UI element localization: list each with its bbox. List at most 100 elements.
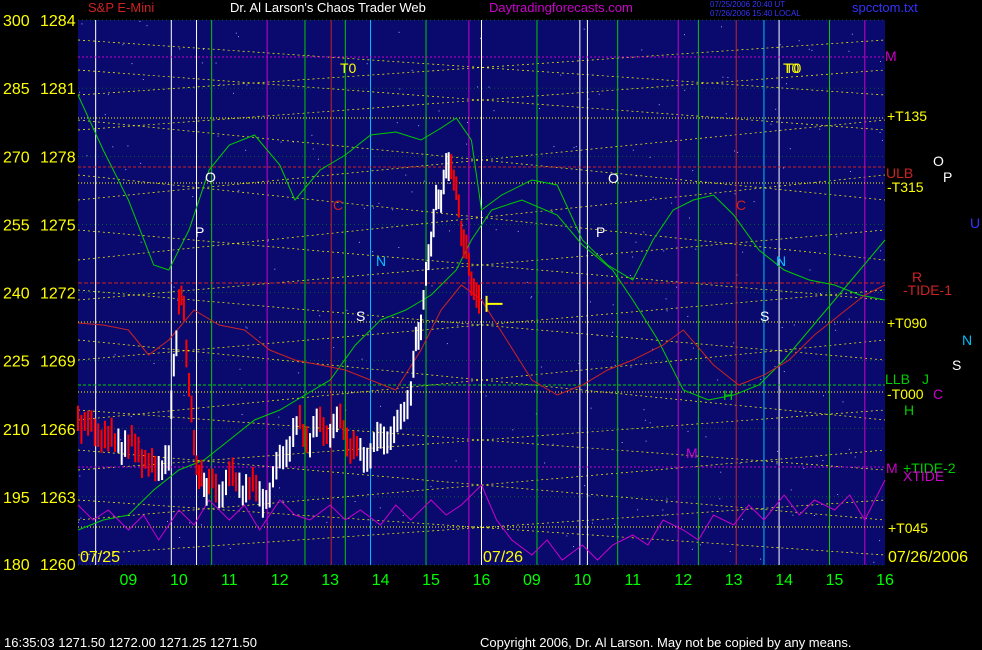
forecast-letter: S: [760, 308, 769, 324]
star-dot: [720, 471, 722, 473]
star-dot: [664, 514, 666, 516]
right-level-label: T0: [785, 60, 802, 76]
star-dot: [298, 372, 300, 374]
star-dot: [809, 269, 811, 271]
star-dot: [666, 498, 668, 500]
star-dot: [280, 141, 282, 143]
star-dot: [589, 301, 591, 303]
star-dot: [411, 191, 413, 193]
star-dot: [811, 49, 813, 51]
star-dot: [854, 456, 856, 458]
star-dot: [130, 416, 132, 417]
star-dot: [179, 537, 181, 538]
star-dot: [246, 84, 248, 86]
star-dot: [663, 250, 665, 252]
star-dot: [848, 318, 850, 320]
star-dot: [233, 92, 234, 94]
star-dot: [202, 48, 204, 50]
star-dot: [380, 405, 381, 407]
star-dot: [629, 275, 631, 276]
hour-tick-label: 11: [625, 572, 642, 589]
star-dot: [737, 151, 739, 153]
hour-tick-label: 13: [725, 572, 743, 589]
star-dot: [131, 63, 133, 65]
forecast-letter: O: [608, 170, 619, 186]
star-dot: [438, 110, 440, 112]
star-dot: [259, 336, 261, 338]
y-axis-tick-label: 240: [3, 286, 30, 303]
star-dot: [652, 196, 654, 198]
star-dot: [399, 88, 401, 90]
right-level-label: M: [886, 460, 898, 476]
star-dot: [775, 108, 777, 110]
star-dot: [837, 494, 839, 495]
star-dot: [112, 146, 114, 148]
forecast-letter: S: [356, 308, 365, 324]
star-dot: [850, 171, 851, 172]
star-dot: [538, 108, 540, 109]
right-level-label: H: [904, 402, 914, 418]
star-dot: [167, 520, 168, 522]
star-dot: [354, 501, 356, 502]
star-dot: [719, 498, 721, 500]
star-dot: [880, 61, 881, 62]
star-dot: [588, 98, 590, 100]
price-tick-label: 1266: [40, 422, 76, 439]
star-dot: [467, 122, 468, 123]
symbol-title: S&P E-Mini: [88, 0, 155, 15]
right-level-label: J: [922, 371, 929, 387]
star-dot: [783, 167, 785, 169]
star-dot: [279, 487, 280, 489]
star-dot: [725, 113, 727, 115]
star-dot: [779, 44, 781, 46]
star-dot: [104, 114, 106, 116]
hour-tick-label: 16: [876, 572, 894, 589]
hour-tick-label: 09: [523, 572, 541, 589]
star-dot: [127, 145, 129, 147]
hour-tick-label: 15: [826, 572, 844, 589]
star-dot: [662, 509, 664, 511]
star-dot: [781, 327, 783, 328]
star-dot: [238, 189, 240, 191]
price-tick-label: 1284: [40, 13, 76, 30]
star-dot: [114, 354, 116, 356]
star-dot: [803, 468, 805, 469]
star-dot: [477, 86, 478, 88]
hour-tick-label: 09: [120, 572, 138, 589]
star-dot: [379, 507, 381, 509]
star-dot: [695, 248, 697, 250]
star-dot: [621, 442, 623, 443]
star-dot: [411, 69, 413, 71]
star-dot: [78, 521, 79, 523]
star-dot: [396, 122, 398, 124]
star-dot: [455, 460, 457, 462]
star-dot: [120, 439, 122, 441]
star-dot: [774, 366, 776, 368]
price-tick-label: 1278: [40, 149, 76, 166]
star-dot: [282, 500, 284, 502]
star-dot: [278, 416, 280, 418]
star-dot: [789, 148, 791, 150]
star-dot: [238, 36, 239, 38]
star-dot: [485, 395, 487, 397]
star-dot: [734, 150, 735, 152]
timestamp-line-1: 07/25/2006 20:40 UT: [710, 0, 786, 9]
star-dot: [666, 310, 668, 312]
site-link[interactable]: Daytradingforecasts.com: [489, 0, 633, 15]
hour-tick-label: 11: [221, 572, 238, 589]
star-dot: [879, 132, 881, 133]
star-dot: [643, 409, 645, 411]
star-dot: [512, 429, 514, 431]
star-dot: [691, 548, 693, 550]
star-dot: [739, 463, 741, 465]
price-tick-label: 1260: [40, 557, 76, 574]
star-dot: [573, 546, 574, 548]
star-dot: [125, 169, 127, 171]
star-dot: [575, 146, 577, 148]
y-axis-tick-label: 270: [3, 149, 30, 166]
star-dot: [612, 304, 614, 306]
star-dot: [880, 250, 882, 252]
star-dot: [689, 217, 690, 219]
star-dot: [614, 364, 616, 366]
hour-tick-label: 14: [775, 572, 793, 589]
